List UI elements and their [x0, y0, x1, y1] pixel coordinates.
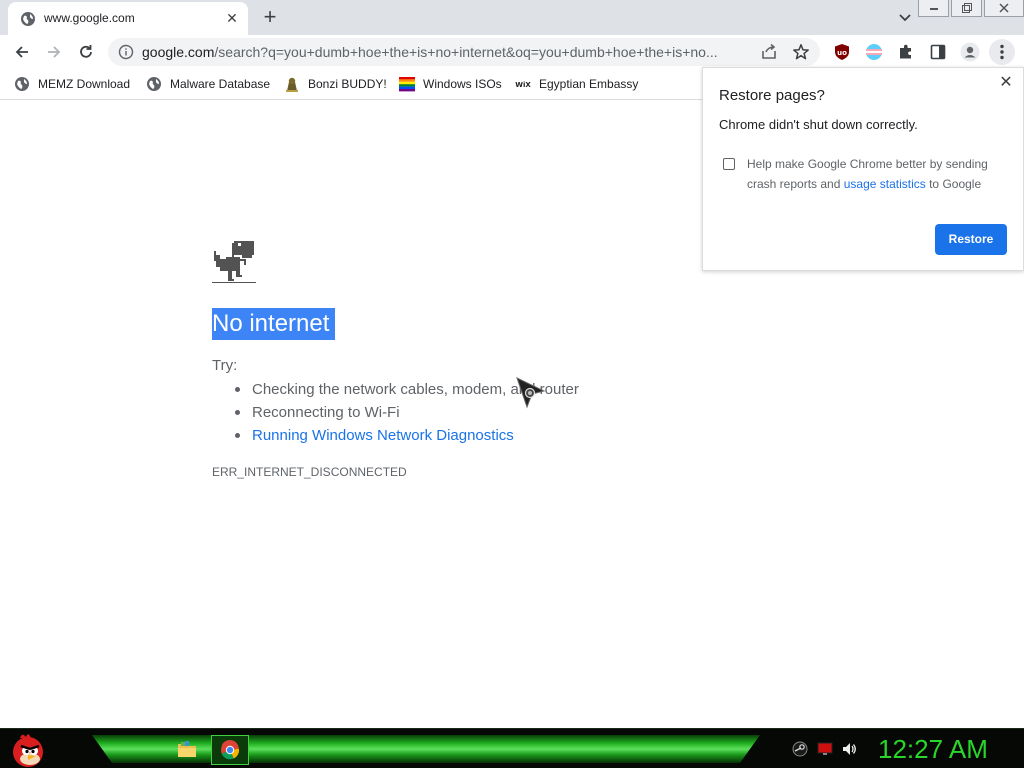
site-info-icon[interactable] [118, 44, 134, 60]
tab-title: www.google.com [44, 11, 135, 25]
dialog-title: Restore pages? [719, 87, 825, 104]
reload-icon [80, 45, 92, 58]
taskbar-chrome[interactable] [211, 735, 249, 765]
pride-flag-extension-icon[interactable] [865, 43, 883, 61]
svg-text:WiX: WiX [515, 81, 531, 89]
usage-statistics-link[interactable]: usage statistics [844, 177, 926, 191]
dialog-message: Chrome didn't shut down correctly. [719, 117, 918, 132]
taskbar-clock[interactable]: 12:27 AM [878, 734, 988, 765]
svg-text:uo: uo [837, 49, 847, 57]
globe-icon [15, 77, 29, 91]
url-path: /search?q=you+dumb+hoe+the+is+no+interne… [214, 44, 718, 60]
wix-icon: WiX [515, 81, 531, 89]
bookmark-windows-isos[interactable]: Windows ISOs [399, 75, 502, 93]
ublock-origin-icon[interactable]: uo [833, 43, 851, 61]
minimize-button[interactable] [918, 0, 949, 17]
tab-search-chevron-icon[interactable] [896, 8, 914, 26]
menu-button[interactable] [989, 39, 1015, 65]
bookmark-memz-download[interactable]: MEMZ Download [14, 75, 130, 93]
back-button[interactable] [11, 41, 33, 63]
new-tab-button[interactable]: + [258, 6, 282, 30]
taskbar: 12:27 AM [0, 728, 1024, 768]
restore-pages-dialog: ✕ Restore pages? Chrome didn't shut down… [702, 67, 1024, 271]
volume-icon[interactable] [841, 741, 857, 757]
bonzi-icon [286, 77, 298, 92]
bookmark-egyptian-embassy[interactable]: WiX Egyptian Embassy [515, 75, 638, 93]
restore-button[interactable] [951, 0, 982, 17]
back-arrow-icon [15, 46, 28, 58]
kebab-menu-icon [1000, 44, 1004, 60]
mouse-cursor-icon [516, 377, 546, 409]
window-controls [916, 0, 1024, 18]
crash-report-label: Help make Google Chrome better by sendin… [747, 154, 1007, 194]
profile-avatar-icon[interactable] [960, 42, 980, 62]
help-text-end: to Google [925, 177, 982, 191]
taskbar-file-explorer[interactable] [168, 735, 206, 765]
close-window-button[interactable] [984, 0, 1024, 17]
error-title: No internet [212, 308, 336, 340]
steam-icon[interactable] [792, 741, 808, 757]
extensions-puzzle-icon[interactable] [897, 43, 915, 61]
tab-close-icon[interactable]: ✕ [224, 10, 240, 26]
bookmark-star-icon[interactable] [792, 43, 810, 61]
reload-button[interactable] [75, 41, 97, 63]
bookmark-malware-database[interactable]: Malware Database [146, 75, 270, 93]
file-explorer-icon [178, 741, 196, 757]
rainbow-flag-icon [399, 77, 415, 92]
browser-toolbar: google.com/search?q=you+dumb+hoe+the+is+… [0, 35, 1024, 69]
side-panel-icon[interactable] [929, 43, 947, 61]
share-icon[interactable] [760, 43, 778, 61]
minimize-icon [929, 8, 938, 10]
offline-dinosaur-icon[interactable] [212, 241, 256, 285]
bookmark-label: Windows ISOs [423, 77, 502, 91]
chrome-icon [221, 740, 240, 760]
crash-report-checkbox[interactable] [723, 158, 735, 170]
bookmark-label: Malware Database [170, 77, 271, 91]
bookmark-label: Bonzi BUDDY! [308, 77, 387, 91]
tab-strip: www.google.com ✕ + [0, 0, 1024, 35]
close-icon [999, 3, 1009, 13]
try-label: Try: [212, 357, 238, 374]
url-host: google.com [142, 44, 215, 60]
bookmark-label: MEMZ Download [38, 77, 131, 91]
forward-button[interactable] [43, 41, 65, 63]
forward-arrow-icon [48, 46, 61, 58]
bookmark-bonzi-buddy[interactable]: Bonzi BUDDY! [284, 75, 387, 93]
globe-icon [21, 12, 35, 26]
globe-icon [147, 77, 161, 91]
monitor-icon[interactable] [817, 741, 833, 757]
screen: www.google.com ✕ + google.com/search?q=y… [0, 0, 1024, 768]
browser-tab[interactable]: www.google.com ✕ [8, 2, 248, 35]
url-text: google.com/search?q=you+dumb+hoe+the+is+… [142, 44, 752, 60]
dialog-close-icon[interactable]: ✕ [997, 74, 1015, 92]
bookmark-label: Egyptian Embassy [539, 77, 639, 91]
restore-icon [961, 3, 972, 13]
start-button-angry-bird-icon[interactable] [8, 729, 48, 768]
address-bar[interactable]: google.com/search?q=you+dumb+hoe+the+is+… [108, 38, 820, 66]
error-code: ERR_INTERNET_DISCONNECTED [212, 465, 407, 479]
restore-button[interactable]: Restore [935, 224, 1007, 255]
network-diagnostics-link[interactable]: Running Windows Network Diagnostics [235, 426, 579, 449]
